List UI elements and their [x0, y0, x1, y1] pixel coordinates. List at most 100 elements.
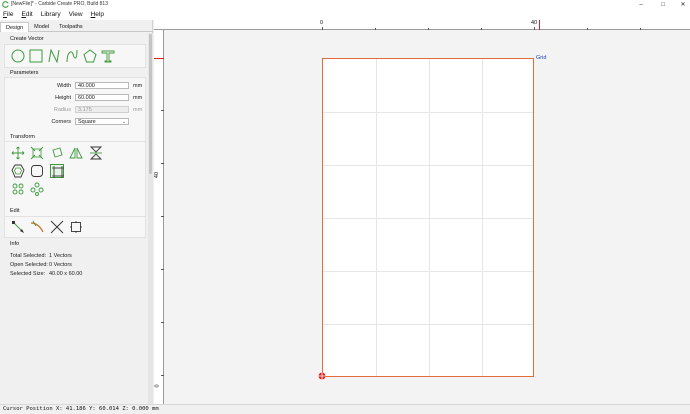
- text-icon: [101, 50, 115, 63]
- width-input[interactable]: 40.000: [75, 82, 129, 89]
- ruler-top-tick: [534, 27, 535, 30]
- menu-file[interactable]: File: [3, 11, 14, 18]
- design-canvas[interactable]: Grid: [165, 31, 690, 404]
- offset-tool-button[interactable]: [11, 164, 25, 178]
- cut-tool-button[interactable]: [50, 220, 64, 234]
- mirror-tool-button[interactable]: [69, 146, 83, 160]
- grid-line: [323, 324, 533, 325]
- ruler-top-tick: [428, 28, 429, 30]
- minimize-button[interactable]: –: [634, 0, 648, 9]
- tab-design[interactable]: Design: [0, 22, 30, 32]
- align-icon: [12, 183, 24, 195]
- scale-icon: [30, 146, 44, 160]
- panel-scroll-thumb[interactable]: [149, 34, 152, 174]
- node-edit-tool-button[interactable]: [11, 220, 25, 234]
- tab-toolpaths[interactable]: Toolpaths: [54, 22, 88, 32]
- ruler-left-tick: [161, 110, 164, 111]
- polygon-icon: [83, 49, 97, 63]
- total-selected-value: 1 Vectors: [49, 253, 72, 259]
- polygon-tool-button[interactable]: [83, 49, 97, 63]
- menu-edit[interactable]: Edit: [22, 11, 33, 18]
- ruler-top-tick: [481, 28, 482, 30]
- total-selected-label: Total Selected:: [10, 253, 47, 259]
- cursor-marker-y: [154, 58, 164, 59]
- align-tool-button[interactable]: [11, 182, 25, 196]
- radius-input[interactable]: 3.175: [75, 106, 129, 113]
- fillet-tool-button[interactable]: [30, 164, 44, 178]
- create-vector-title: Create Vector: [10, 36, 44, 42]
- ruler-left-tick: [161, 216, 164, 217]
- menu-bar: File Edit Library View Help: [0, 9, 690, 20]
- corners-value: Square: [78, 119, 96, 125]
- ruler-top-tick: [587, 28, 588, 30]
- rotate-tool-button[interactable]: [50, 146, 64, 160]
- boundary-icon: [52, 166, 64, 178]
- stock-rectangle[interactable]: [322, 58, 534, 377]
- offset-icon: [11, 164, 25, 178]
- close-button[interactable]: ✕: [676, 0, 690, 9]
- info-title: Info: [10, 241, 20, 247]
- ruler-top-label-0: 0: [320, 20, 324, 26]
- width-unit: mm: [133, 83, 143, 89]
- ruler-left-tick: [161, 322, 164, 323]
- ruler-top-tick: [640, 28, 641, 30]
- radius-label: Radius: [53, 107, 71, 113]
- cursor-marker-x: [539, 20, 540, 30]
- edit-title: Edit: [10, 208, 20, 214]
- open-selected-value: 0 Vectors: [49, 262, 72, 268]
- status-bar: Cursor Position X: 41.186 Y: 60.014 Z: 0…: [0, 404, 690, 414]
- mirror-icon: [69, 147, 83, 159]
- app-window: [NewFile]* - Carbide Create PRO, Build 8…: [0, 0, 690, 414]
- circle-tool-button[interactable]: [11, 49, 25, 63]
- grid-line: [323, 218, 533, 219]
- circle-icon: [11, 49, 25, 63]
- join-tool-button[interactable]: [69, 220, 83, 234]
- array-tool-button[interactable]: [30, 182, 44, 196]
- flip-tool-button[interactable]: [89, 146, 103, 160]
- trim-icon: [30, 220, 44, 233]
- window-title: [NewFile]* - Carbide Create PRO, Build 8…: [11, 1, 108, 7]
- tab-model[interactable]: Model: [29, 22, 54, 32]
- move-tool-button[interactable]: [11, 146, 25, 160]
- app-logo-icon: [2, 1, 9, 8]
- polyline-tool-button[interactable]: [47, 48, 61, 64]
- rotate-icon: [52, 147, 63, 158]
- canvas-area: 0 40 40 0 Grid: [154, 20, 690, 404]
- grid-label[interactable]: Grid: [536, 55, 546, 61]
- array-icon: [30, 182, 44, 196]
- cut-icon: [50, 220, 64, 234]
- boundary-tool-button[interactable]: [50, 164, 64, 178]
- transform-box: [4, 141, 146, 223]
- menu-library[interactable]: Library: [41, 11, 61, 18]
- height-unit: mm: [133, 95, 143, 101]
- scale-tool-button[interactable]: [30, 146, 44, 160]
- corners-label: Corners: [51, 119, 71, 125]
- ruler-left-label-40: 40: [154, 171, 161, 179]
- menu-view[interactable]: View: [69, 11, 83, 18]
- origin-marker-icon: [318, 372, 326, 380]
- ruler-top-tick: [322, 27, 323, 30]
- polyline-icon: [48, 48, 60, 64]
- selected-size-value: 40.00 x 60.00: [49, 271, 83, 277]
- height-input[interactable]: 60.000: [75, 94, 129, 101]
- fillet-icon: [31, 165, 43, 177]
- curve-tool-button[interactable]: [65, 49, 79, 63]
- maximize-button[interactable]: □: [656, 0, 670, 9]
- ruler-left: 40 0: [154, 30, 164, 404]
- edit-box: [4, 216, 146, 238]
- ruler-left-tick: [161, 375, 164, 376]
- trim-tool-button[interactable]: [30, 220, 44, 234]
- ruler-left-tick: [161, 163, 164, 164]
- node-edit-icon: [12, 221, 24, 233]
- ruler-left-label-0: 0: [154, 384, 161, 388]
- corners-select[interactable]: Square ⌄: [75, 118, 129, 125]
- open-selected-label: Open Selected:: [10, 262, 48, 268]
- selected-size-label: Selected Size:: [10, 271, 46, 277]
- rectangle-tool-button[interactable]: [29, 49, 43, 63]
- move-icon: [11, 146, 25, 160]
- title-bar: [NewFile]* - Carbide Create PRO, Build 8…: [0, 0, 690, 9]
- menu-help[interactable]: Help: [91, 11, 104, 18]
- text-tool-button[interactable]: [101, 49, 115, 63]
- curve-icon: [66, 49, 78, 63]
- flip-icon: [89, 146, 103, 160]
